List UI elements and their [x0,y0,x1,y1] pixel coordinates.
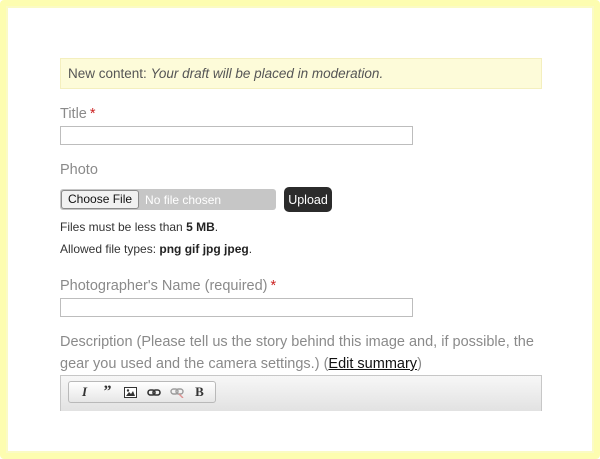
photographer-label-text: Photographer's Name (required) [60,278,268,294]
summary-close-paren: ) [417,356,422,372]
photographer-label: Photographer's Name (required) * [60,278,276,294]
notice-message: Your draft will be placed in moderation. [150,66,384,81]
bold-icon[interactable]: B [188,382,211,402]
no-file-chosen-text: No file chosen [145,192,222,207]
description-label-text: Description (Please tell us the story be… [60,334,534,372]
title-label-text: Title [60,106,87,122]
allowed-types: png gif jpg jpeg [159,242,249,256]
unlink-icon[interactable] [165,382,188,402]
photo-label: Photo [60,162,98,178]
file-size-help: Files must be less than 5 MB. [60,220,218,234]
size-limit: 5 MB [186,220,215,234]
editor-toolbar: I ” B [68,381,216,403]
title-label: Title * [60,106,96,122]
file-input[interactable]: Choose File No file chosen [60,189,276,210]
types-help-text: Allowed file types: [60,242,157,256]
blockquote-icon[interactable]: ” [96,382,119,402]
italic-icon[interactable]: I [73,382,96,402]
moderation-notice: New content: Your draft will be placed i… [60,58,542,89]
photographer-required-mark: * [270,278,277,294]
upload-button[interactable]: Upload [284,187,332,212]
title-input[interactable] [60,126,413,145]
file-types-help: Allowed file types: png gif jpg jpeg. [60,242,252,256]
types-help-period: . [248,242,253,256]
title-required-mark: * [89,106,96,122]
notice-prefix: New content: [68,66,147,81]
choose-file-button[interactable]: Choose File [61,190,140,209]
description-label: Description (Please tell us the story be… [60,331,542,375]
link-icon[interactable] [142,382,165,402]
image-icon[interactable] [119,382,142,402]
size-help-period: . [214,220,219,234]
size-help-text: Files must be less than [60,220,183,234]
photographer-input[interactable] [60,298,413,317]
edit-summary-link[interactable]: Edit summary [328,356,417,372]
